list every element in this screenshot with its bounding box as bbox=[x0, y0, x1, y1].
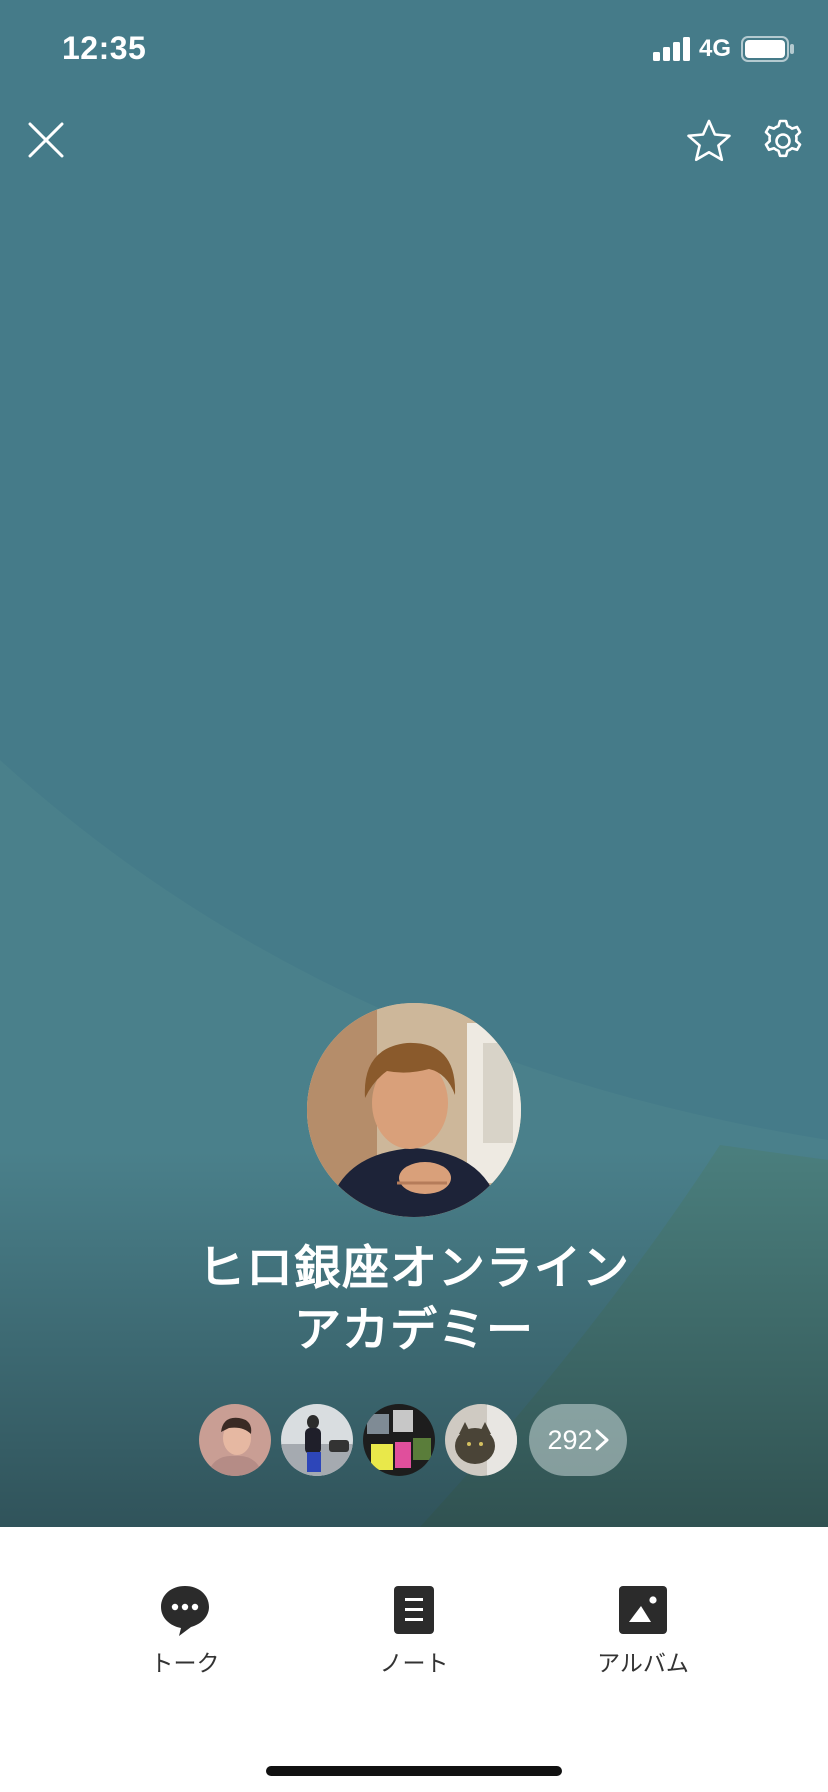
tab-note[interactable]: ノート bbox=[324, 1582, 504, 1678]
member-avatar[interactable] bbox=[281, 1404, 353, 1476]
group-name-line-2: アカデミー bbox=[294, 1303, 534, 1356]
chat-bubble-icon bbox=[161, 1586, 209, 1636]
cover-pattern bbox=[0, 0, 828, 1527]
member-count: 292 bbox=[547, 1424, 593, 1455]
album-icon bbox=[619, 1586, 667, 1634]
member-avatar-image bbox=[199, 1404, 271, 1476]
chevron-right-icon bbox=[595, 1429, 609, 1451]
tab-album[interactable]: アルバム bbox=[553, 1582, 733, 1678]
member-avatar[interactable] bbox=[445, 1404, 517, 1476]
battery-icon bbox=[741, 36, 794, 62]
close-icon[interactable] bbox=[24, 118, 68, 162]
bottom-tab-bar: トーク ノート アルバム bbox=[0, 1527, 828, 1792]
cover-background: 12:35 4G ヒロ銀座オンライン アカデミー 292 bbox=[0, 0, 828, 1527]
signal-icon bbox=[653, 37, 690, 61]
tab-talk-label: トーク bbox=[150, 1650, 220, 1676]
home-indicator bbox=[266, 1766, 562, 1776]
network-type: 4G bbox=[699, 35, 732, 62]
settings-gear-icon[interactable] bbox=[760, 118, 806, 164]
tab-talk[interactable]: トーク bbox=[95, 1582, 275, 1678]
note-icon bbox=[394, 1586, 434, 1634]
member-avatar-image bbox=[281, 1404, 353, 1476]
member-avatar-image bbox=[363, 1404, 435, 1476]
tab-album-label: アルバム bbox=[597, 1650, 689, 1676]
member-avatar-image bbox=[445, 1404, 517, 1476]
status-time: 12:35 bbox=[62, 30, 147, 66]
member-avatar[interactable] bbox=[363, 1404, 435, 1476]
group-avatar[interactable] bbox=[307, 1003, 521, 1217]
favorite-star-icon[interactable] bbox=[686, 118, 732, 164]
member-avatar[interactable] bbox=[199, 1404, 271, 1476]
tab-note-label: ノート bbox=[379, 1650, 449, 1676]
group-name-line-1: ヒロ銀座オンライン bbox=[198, 1241, 630, 1294]
status-bar: 12:35 4G bbox=[0, 0, 828, 100]
member-count-button[interactable]: 292 bbox=[529, 1404, 627, 1476]
group-avatar-image bbox=[307, 1003, 521, 1217]
